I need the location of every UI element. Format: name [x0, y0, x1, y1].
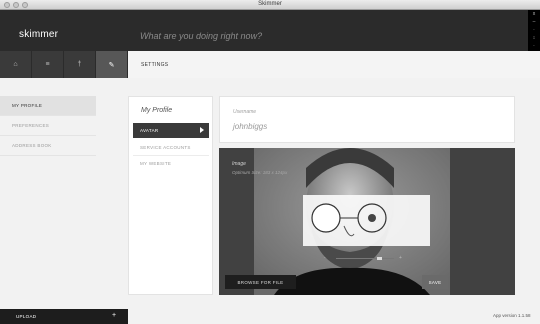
app-header: skimmer x – · ↕ ·	[0, 10, 540, 51]
resize-icon[interactable]: ↕	[533, 36, 536, 41]
tab-settings[interactable]: ✎	[96, 51, 128, 78]
image-label: Image	[232, 161, 246, 167]
image-size-hint: Optimum Size: 183 x 124px	[232, 170, 288, 175]
nav-item-preferences[interactable]: PREFERENCES	[0, 116, 96, 136]
nav-item-my-profile[interactable]: MY PROFILE	[0, 96, 96, 116]
submenu-item-service-accounts[interactable]: SERVICE ACCOUNTS	[133, 140, 209, 155]
window-control-strip: x – · ↕ ·	[528, 10, 540, 51]
submenu-item-avatar[interactable]: AVATAR	[133, 123, 209, 138]
zoom-slider-track[interactable]	[336, 258, 394, 259]
browse-file-button[interactable]: BROWSE FOR FILE	[225, 275, 296, 289]
wrench-icon: ✎	[108, 61, 115, 69]
window-titlebar: Skimmer	[0, 0, 540, 10]
status-input[interactable]	[140, 29, 510, 43]
submenu-item-my-website[interactable]: MY WEBSITE	[133, 156, 209, 171]
settings-nav: MY PROFILE PREFERENCES ADDRESS BOOK	[0, 96, 96, 156]
stream-icon: ≡	[45, 61, 50, 68]
dot-icon: ·	[533, 43, 535, 49]
close-icon[interactable]: x	[533, 12, 536, 17]
zoom-slider-handle[interactable]	[377, 257, 382, 260]
zoom-out-icon[interactable]: -	[324, 255, 326, 261]
profile-icon: †	[77, 61, 82, 68]
tab-stream[interactable]: ≡	[32, 51, 64, 78]
app-logo: skimmer	[19, 29, 59, 40]
username-card: Username johnbiggs	[219, 96, 515, 143]
home-icon: ⌂	[13, 61, 18, 68]
toolbar: ⌂ ≡ † ✎ SETTINGS	[0, 51, 540, 78]
submenu-item-label: AVATAR	[140, 128, 159, 133]
upload-button[interactable]: UPLOAD +	[0, 309, 128, 324]
window-title: Skimmer	[258, 1, 282, 7]
tab-home[interactable]: ⌂	[0, 51, 32, 78]
username-label: Username	[233, 109, 257, 115]
tab-profile[interactable]: †	[64, 51, 96, 78]
profile-submenu: My Profile AVATAR SERVICE ACCOUNTS MY WE…	[128, 96, 213, 295]
submenu-title: My Profile	[141, 107, 173, 114]
dot-icon: ·	[533, 27, 535, 33]
main-tabs: ⌂ ≡ † ✎	[0, 51, 128, 78]
upload-label: UPLOAD	[16, 314, 37, 319]
page-title: SETTINGS	[141, 62, 169, 68]
save-button[interactable]: SAVE	[422, 275, 448, 289]
zoom-in-icon[interactable]: +	[399, 255, 402, 261]
nav-item-address-book[interactable]: ADDRESS BOOK	[0, 136, 96, 156]
plus-icon: +	[112, 312, 117, 319]
minimize-icon[interactable]: –	[533, 20, 536, 25]
caret-right-icon	[200, 127, 204, 133]
username-value[interactable]: johnbiggs	[233, 122, 267, 131]
app-version: App version 1.1.58	[493, 313, 531, 318]
avatar-image-panel: Image Optimum Size: 183 x 124px - + BROW…	[219, 148, 515, 295]
